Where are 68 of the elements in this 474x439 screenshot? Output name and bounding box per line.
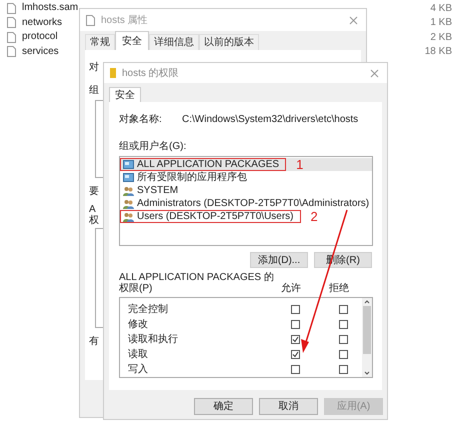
callout-number: 2 [310,210,318,223]
file-name: protocol [22,31,58,44]
scrollbar[interactable] [362,298,372,377]
file-icon [7,46,16,58]
users-icon [123,212,134,222]
package-icon [123,172,134,182]
label: 有 [89,335,99,349]
scroll-down-icon[interactable] [364,369,370,377]
tab[interactable]: 安全 [115,31,149,50]
package-icon [123,160,134,170]
close-icon[interactable] [370,68,379,78]
column-header: 拒绝 [329,283,349,295]
checkbox[interactable] [291,320,300,329]
list-item[interactable]: 所有受限制的应用程序包 [120,171,372,184]
window-title: hosts 属性 [101,14,148,28]
label: 组 [89,84,99,98]
add-button[interactable]: 添加(D)... [250,252,308,268]
tab[interactable]: 以前的版本 [199,34,259,50]
checkbox[interactable] [339,350,348,359]
tab[interactable]: 常规 [85,34,115,50]
list-item[interactable]: ALL APPLICATION PACKAGES 1 [120,158,372,171]
list-item[interactable]: SYSTEM [120,184,372,197]
checkbox[interactable] [291,305,300,314]
object-path: C:\Windows\System32\drivers\etc\hosts [182,113,358,127]
close-icon[interactable] [349,16,358,24]
permission-name: 读取 [128,348,149,362]
checkbox[interactable] [291,365,300,374]
users-icon [123,186,134,196]
checkbox[interactable] [339,335,348,344]
list-item[interactable]: Administrators (DESKTOP-2T5P7T0\Administrators) [120,197,372,210]
label: 对 [89,60,99,75]
label: 权 [89,215,99,226]
file-name: lmhosts.sam [22,2,78,14]
column-header: 允许 [281,283,302,295]
file-icon [7,32,16,43]
checkbox[interactable] [339,305,348,314]
dialog-button[interactable]: 确定 [194,398,253,415]
file-size: 18 KB [424,45,452,60]
users-icon [123,198,134,208]
scroll-up-icon[interactable] [364,298,370,306]
permission-name: 读取和执行 [128,332,179,347]
dialog-button[interactable]: 取消 [259,398,318,415]
label: 组或用户名(G): [119,140,188,154]
permission-name: 修改 [128,318,149,332]
file-icon [7,17,16,28]
file-size: 1 KB [430,16,452,30]
tab[interactable]: 详细信息 [149,34,199,50]
callout-number: 1 [296,158,304,171]
permission-name: 完全控制 [128,302,169,317]
label: 对象名称: [119,112,163,127]
label: ALL APPLICATION PACKAGES 的 [119,272,275,283]
checkbox[interactable] [291,335,300,344]
checkbox[interactable] [339,365,348,374]
file-icon [7,2,16,14]
permission-name: 写入 [128,362,149,377]
file-name: services [22,46,59,58]
file-size: 2 KB [430,30,452,45]
label: 要 [89,185,99,199]
file-name: networks [22,16,62,29]
checkbox[interactable] [291,350,300,359]
file-size: 4 KB [430,2,452,16]
checkbox[interactable] [339,320,348,329]
label: 权限(P) [119,283,154,295]
label: A [89,204,96,215]
window-title: hosts 的权限 [122,66,179,80]
file-icon [86,14,95,26]
tab[interactable]: 安全 [109,87,141,102]
scrollbar-thumb[interactable] [363,306,371,354]
